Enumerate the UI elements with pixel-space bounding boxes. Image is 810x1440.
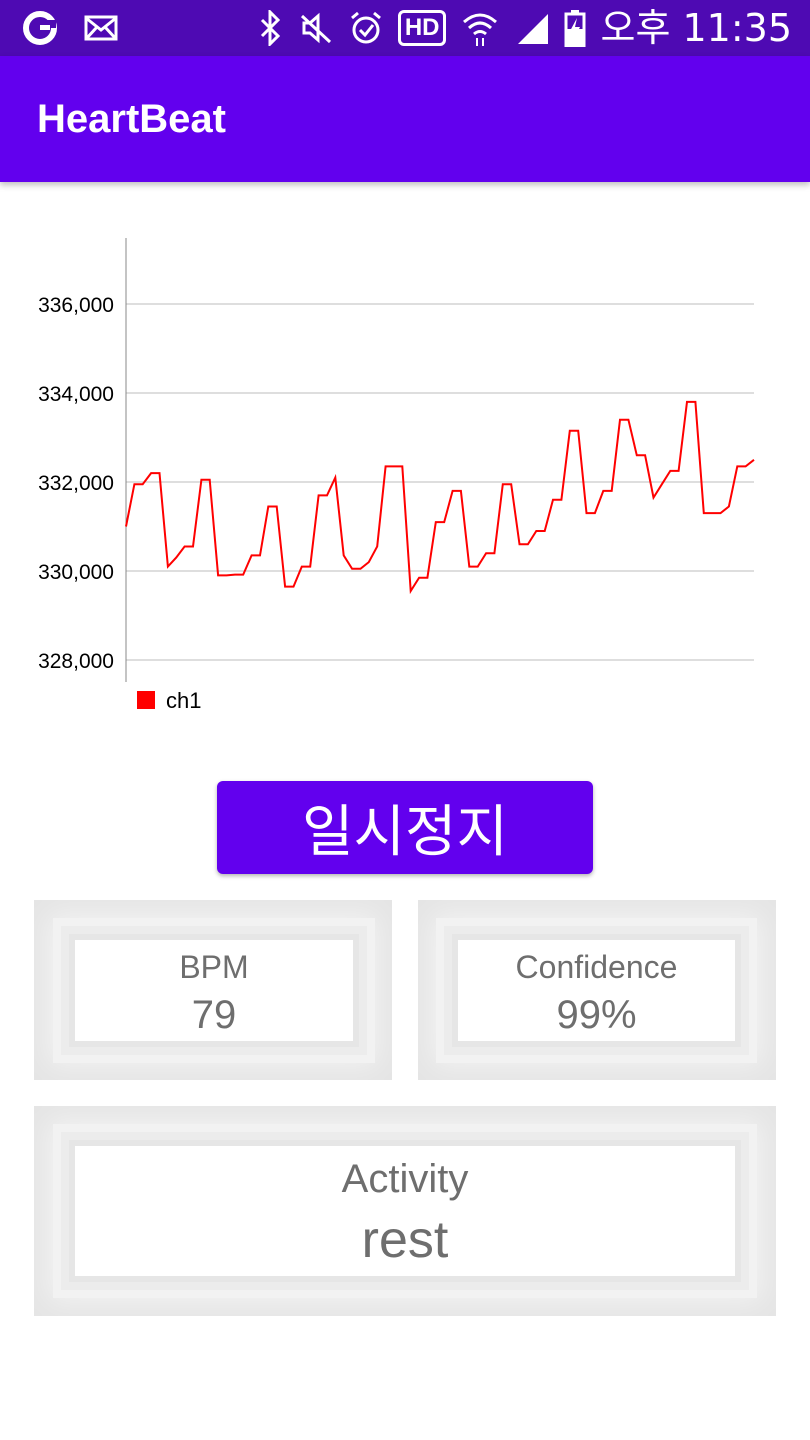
app-bar: HeartBeat (0, 56, 810, 182)
y-tick-labels: 328,000 330,000 332,000 334,000 336,000 (38, 294, 114, 673)
heart-rate-chart: 328,000 330,000 332,000 334,000 336,000 ch1 (38, 238, 755, 713)
activity-value: rest (361, 1211, 449, 1269)
y-tick-label: 328,000 (38, 650, 114, 673)
activity-label: Activity (341, 1157, 469, 1201)
y-tick-label: 336,000 (38, 294, 114, 317)
bpm-card-content: BPM 79 (75, 940, 353, 1041)
chart-legend: ch1 (137, 688, 201, 713)
alarm-icon (350, 11, 381, 44)
hd-icon: HD (397, 10, 447, 46)
app-g-icon (23, 11, 57, 45)
pause-button[interactable]: 일시정지 (217, 781, 593, 874)
mute-icon (300, 12, 331, 44)
y-tick-label: 332,000 (38, 472, 114, 495)
bpm-label: BPM (179, 949, 249, 985)
chart-grid (126, 303, 754, 661)
status-bar: HD 오후 11:35 (0, 0, 810, 56)
activity-card-content: Activity rest (75, 1146, 735, 1276)
confidence-card-content: Confidence 99% (458, 940, 735, 1041)
bluetooth-icon (260, 10, 280, 46)
battery-charging-icon (564, 10, 586, 47)
app-title: HeartBeat (37, 97, 226, 141)
confidence-label: Confidence (515, 949, 678, 985)
y-tick-label: 330,000 (38, 561, 114, 584)
y-tick-label: 334,000 (38, 383, 114, 406)
bpm-value: 79 (191, 993, 237, 1037)
hd-label: HD (404, 14, 440, 41)
wifi-icon (463, 13, 498, 46)
signal-icon (518, 14, 549, 44)
mail-icon (84, 15, 118, 41)
legend-label-ch1: ch1 (166, 688, 201, 713)
confidence-value: 99% (556, 993, 637, 1037)
legend-swatch-ch1 (137, 691, 155, 709)
series-line-ch1 (125, 400, 755, 595)
status-time: 오후 11:35 (600, 6, 792, 50)
